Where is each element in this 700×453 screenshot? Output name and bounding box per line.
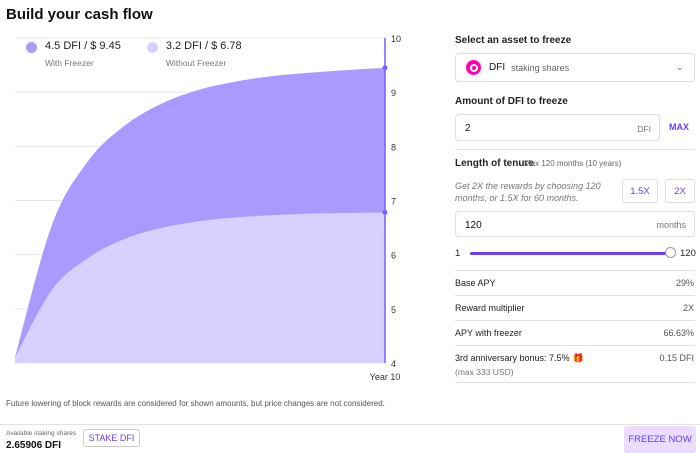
divider: [455, 382, 695, 383]
bonus-sub: (max 333 USD): [455, 367, 514, 377]
bonus-label: 3rd anniversary bonus: 7.5%: [455, 353, 570, 363]
legend-item-without-freezer: 3.2 DFI / $ 6.78 Without Freezer: [146, 40, 242, 68]
x-axis-label: Year 10: [370, 372, 401, 382]
stake-dfi-button[interactable]: STAKE DFI: [83, 429, 140, 447]
chart-legend: 4.5 DFI / $ 9.45 With Freezer 3.2 DFI / …: [26, 40, 242, 68]
dfi-logo-icon: [466, 60, 481, 75]
slider-max: 120: [680, 248, 696, 259]
apy-freezer-label: APY with freezer: [455, 328, 522, 338]
y-tick-label: 8: [391, 142, 396, 152]
endpoint-dot-1: [382, 209, 388, 215]
legend-item-with-freezer: 4.5 DFI / $ 9.45 With Freezer: [26, 40, 121, 68]
asset-select-label: Select an asset to freeze: [455, 35, 572, 46]
max-button[interactable]: MAX: [669, 122, 689, 132]
y-tick-label: 10: [391, 34, 401, 44]
y-tick-label: 5: [391, 305, 396, 315]
legend-label-without-freezer: 3.2 DFI / $ 6.78: [165, 40, 242, 52]
legend-sub-without-freezer: Without Freezer: [165, 58, 227, 68]
y-tick-label: 7: [391, 197, 396, 207]
amount-label: Amount of DFI to freeze: [455, 96, 568, 107]
bonus-value: 0.15 DFI: [659, 353, 694, 363]
tenure-promo: Get 2X the rewards by choosing 120 month…: [455, 181, 601, 203]
multiplier-2x-button[interactable]: 2X: [665, 179, 695, 203]
y-tick-label: 4: [391, 359, 396, 369]
reward-multiplier-label: Reward multiplier: [455, 303, 525, 313]
slider-min: 1: [455, 248, 461, 259]
reward-multiplier-value: 2X: [682, 303, 694, 313]
base-apy-value: 29%: [675, 278, 694, 288]
legend-sub-with-freezer: With Freezer: [45, 58, 94, 68]
freeze-now-button[interactable]: FREEZE NOW: [624, 426, 696, 453]
bonus-label-row: 3rd anniversary bonus: 7.5% 🎁: [455, 353, 584, 364]
divider: [455, 149, 695, 150]
legend-label-with-freezer: 4.5 DFI / $ 9.45: [45, 40, 121, 52]
divider: [455, 320, 695, 321]
legend-swatch-without-freezer: [146, 42, 158, 53]
divider: [455, 345, 695, 346]
amount-unit: DFI: [637, 124, 651, 134]
y-tick-label: 9: [391, 88, 396, 98]
y-tick-label: 6: [391, 251, 396, 261]
chart-footnote: Future lowering of block rewards are con…: [6, 399, 385, 408]
amount-value: 2: [465, 123, 471, 134]
asset-select[interactable]: DFI staking shares ⌄: [455, 53, 695, 82]
amount-input[interactable]: 2 DFI: [455, 114, 660, 141]
footer-divider: [0, 424, 700, 425]
available-label: Available staking shares: [6, 430, 76, 437]
apy-freezer-value: 66.63%: [663, 328, 694, 338]
base-apy-label: Base APY: [455, 278, 496, 288]
gift-icon: 🎁: [572, 353, 584, 363]
multiplier-1-5x-button[interactable]: 1.5X: [622, 179, 658, 203]
divider: [455, 295, 695, 296]
months-value: 120: [465, 220, 482, 231]
slider-fill: [470, 252, 670, 255]
tenure-slider[interactable]: [470, 247, 676, 258]
tenure-label: Length of tenure: [455, 158, 534, 169]
slider-thumb[interactable]: [665, 247, 676, 258]
tenure-hint: Max 120 months (10 years): [524, 159, 622, 168]
chevron-down-icon: ⌄: [675, 62, 684, 73]
months-input[interactable]: 120 months: [455, 211, 695, 237]
months-unit: months: [656, 220, 686, 230]
asset-desc: staking shares: [511, 62, 570, 73]
endpoint-dot-0: [382, 65, 388, 71]
legend-swatch-with-freezer: [26, 42, 37, 53]
asset-name: DFI: [489, 62, 506, 73]
divider: [455, 270, 695, 271]
available-value: 2.65906 DFI: [6, 440, 62, 451]
